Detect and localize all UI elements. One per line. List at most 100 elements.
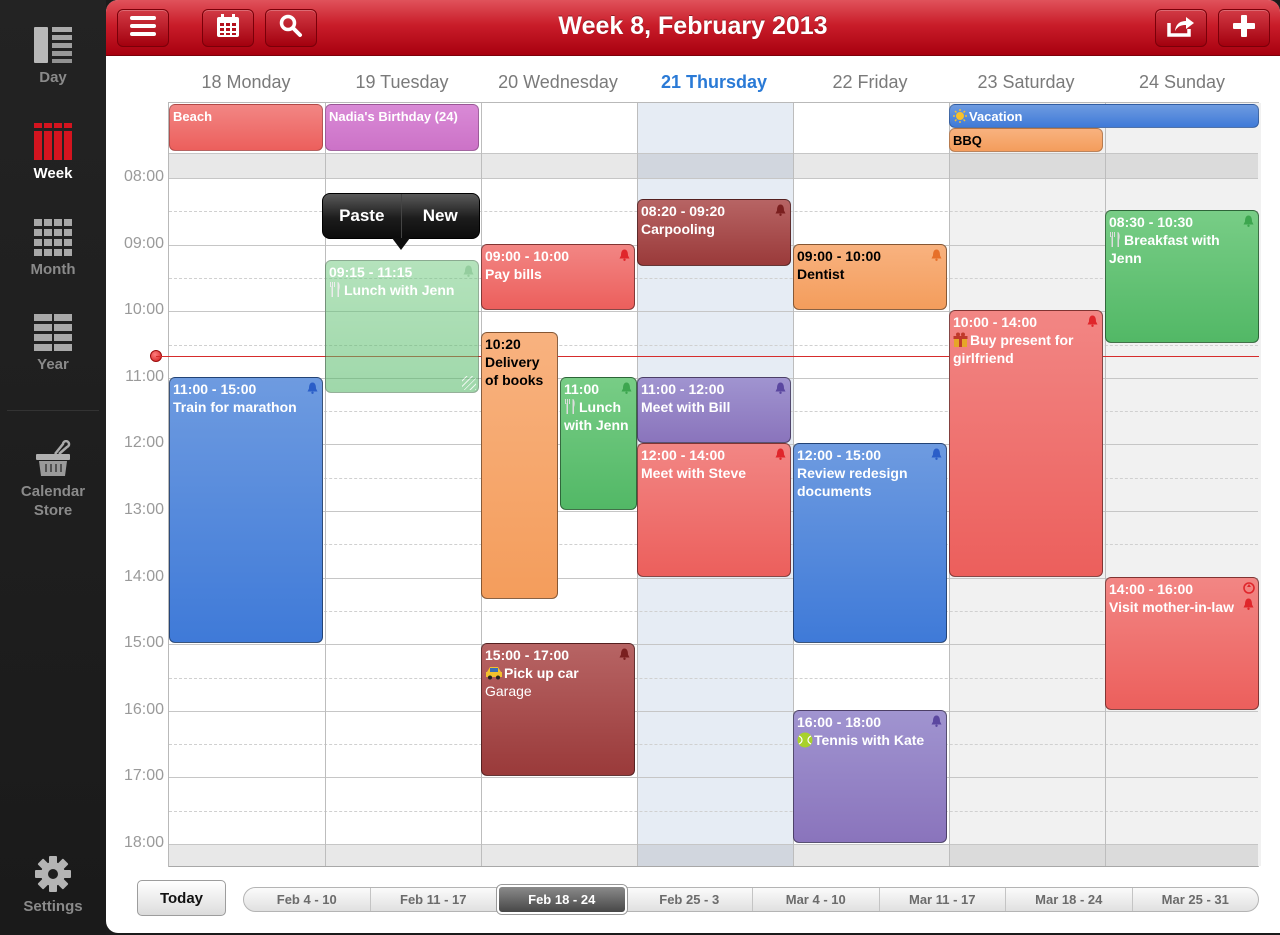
event-time: 10:00 - 14:00 [953,314,1038,331]
day-header[interactable]: 24 Sunday [1104,72,1260,93]
week-tab[interactable]: Feb 25 - 3 [627,888,753,911]
all-day-event[interactable]: Nadia's Birthday (24) [325,104,479,151]
fork-knife-icon [329,282,344,298]
calendar-event[interactable]: 09:00 - 10:00 Pay bills [481,243,635,311]
event-time: 09:00 - 10:00 [485,247,570,264]
alarm-bell-icon [463,263,474,278]
event-title-text: Breakfast with Jenn [1109,232,1220,267]
day-header[interactable]: 20 Wednesday [480,72,636,93]
event-title: Visit mother-in-law [1109,598,1255,616]
calendar-event[interactable]: 15:00 - 17:00 Pick up car Garage [481,643,635,777]
day-header[interactable]: 23 Saturday [948,72,1104,93]
calendar-event[interactable]: 11:00 - 12:00 Meet with Bill [637,376,791,444]
hour-label: 08:00 [123,168,164,185]
week-tab[interactable]: Mar 11 - 17 [880,888,1006,911]
event-title: Breakfast with Jenn [1109,231,1255,267]
paste-button[interactable]: Paste [323,194,401,238]
alarm-bell-icon [775,446,786,461]
all-day-event-title: Nadia's Birthday (24) [329,109,458,124]
event-title-text: Meet with Steve [641,465,747,482]
alarm-bell-icon [1243,596,1254,610]
context-popup: Paste New [322,193,480,239]
all-day-event[interactable]: BBQ [949,128,1103,152]
today-button[interactable]: Today [137,880,226,916]
event-title-text: Train for marathon [173,398,297,415]
alarm-bell-icon [307,380,318,394]
new-button[interactable]: New [402,194,480,238]
event-title-text: Pick up car [504,665,579,682]
event-title-text: Carpooling [641,220,715,237]
alarm-bell-icon [931,713,942,727]
sidebar-item-day[interactable]: Day [0,26,106,87]
sidebar-item-calendar-store[interactable]: Calendar Store [0,439,106,520]
event-time: 09:00 - 10:00 [797,247,882,264]
week-tab[interactable]: Feb 11 - 17 [371,888,497,911]
calendar-event[interactable]: 10:00 - 14:00 Buy present for girlfriend [949,310,1103,577]
calendar-event[interactable]: 12:00 - 14:00 Meet with Steve [637,443,791,577]
event-title: Pay bills [485,265,631,283]
event-time: 15:00 - 17:00 [485,647,570,664]
week-tab[interactable]: Mar 4 - 10 [753,888,880,911]
sidebar-item-label: Year [37,356,69,373]
late-hours-band [169,844,1258,867]
calendar-event[interactable]: 12:00 - 15:00 Review redesign documents [793,443,947,644]
fork-knife-icon [1109,232,1124,248]
day-header[interactable]: 18 Monday [168,72,324,93]
event-title: Delivery of books [485,353,554,389]
sidebar-item-year[interactable]: Year [0,313,106,374]
hour-line [169,577,1258,579]
resize-handle[interactable] [462,376,476,391]
event-time: 12:00 - 15:00 [797,447,882,464]
week-tab[interactable]: Feb 18 - 24 [497,885,627,914]
hour-label: 09:00 [123,234,164,252]
day-header[interactable]: 19 Tuesday [324,72,480,93]
popup-arrow [392,238,410,250]
calendar-event[interactable]: 08:20 - 09:20 Carpooling [637,198,791,266]
event-title-text: Buy present for girlfriend [953,332,1074,367]
week-tab[interactable]: Mar 25 - 31 [1133,888,1259,911]
sidebar-item-label: Month [30,261,76,278]
week-tab[interactable]: Feb 4 - 10 [244,888,371,911]
sidebar-item-label: Week [33,165,73,182]
half-hour-line [169,744,1258,746]
half-hour-line [169,810,1258,812]
event-time: 10:20 [485,336,521,353]
calendar-event[interactable]: 14:00 - 16:00 Visit mother-in-law [1105,576,1259,710]
sidebar-item-label: Calendar Store [20,483,86,519]
calendar-event[interactable]: 09:15 - 11:15 Lunch with Jenn [325,260,479,394]
event-location: Garage [485,683,532,700]
page-title: Week 8, February 2013 [558,12,828,40]
all-day-event[interactable]: Vacation [949,104,1259,128]
day-header[interactable]: 21 Thursday [636,72,792,93]
calendar-event[interactable]: 09:00 - 10:00 Dentist [793,243,947,311]
calendar-event[interactable]: 11:00 Lunch with Jenn [560,376,637,510]
hour-line [169,710,1258,712]
event-title: Train for marathon [173,398,319,416]
event-title: Lunch with Jenn [329,281,475,299]
plus-icon [1233,14,1255,42]
alarm-bell-icon [621,380,632,394]
calendar-event[interactable]: 16:00 - 18:00 Tennis with Kate [793,709,947,843]
sidebar-item-week[interactable]: Week [0,122,106,183]
hour-label: 12:00 [123,434,164,452]
half-hour-line [169,677,1258,679]
event-title-text: Review redesign documents [797,465,908,500]
event-title-text: Meet with Bill [641,398,731,415]
share-button[interactable] [1155,9,1207,47]
event-title-text: Pay bills [485,265,542,282]
calendar-event[interactable]: 11:00 - 15:00 Train for marathon [169,376,323,644]
event-title: Lunch with Jenn [564,398,633,434]
event-time: 08:20 - 09:20 [641,202,726,219]
all-day-event[interactable]: Beach [169,104,323,151]
event-time: 11:00 - 12:00 [641,380,725,397]
calendar-event[interactable]: 10:20 Delivery of books [481,332,558,599]
calendar-event[interactable]: 08:30 - 10:30 Breakfast with Jenn [1105,210,1259,344]
event-title: Pick up car [485,664,631,682]
week-selector: Feb 4 - 10 Feb 11 - 17 Feb 18 - 24 Feb 25 -… [243,885,1259,914]
day-header[interactable]: 22 Friday [792,72,948,93]
sidebar-item-month[interactable]: Month [0,218,106,279]
sidebar-item-settings[interactable]: Settings [0,855,106,916]
add-event-button[interactable] [1218,9,1270,47]
alarm-bell-icon [1243,213,1254,228]
week-tab[interactable]: Mar 18 - 24 [1006,888,1133,911]
